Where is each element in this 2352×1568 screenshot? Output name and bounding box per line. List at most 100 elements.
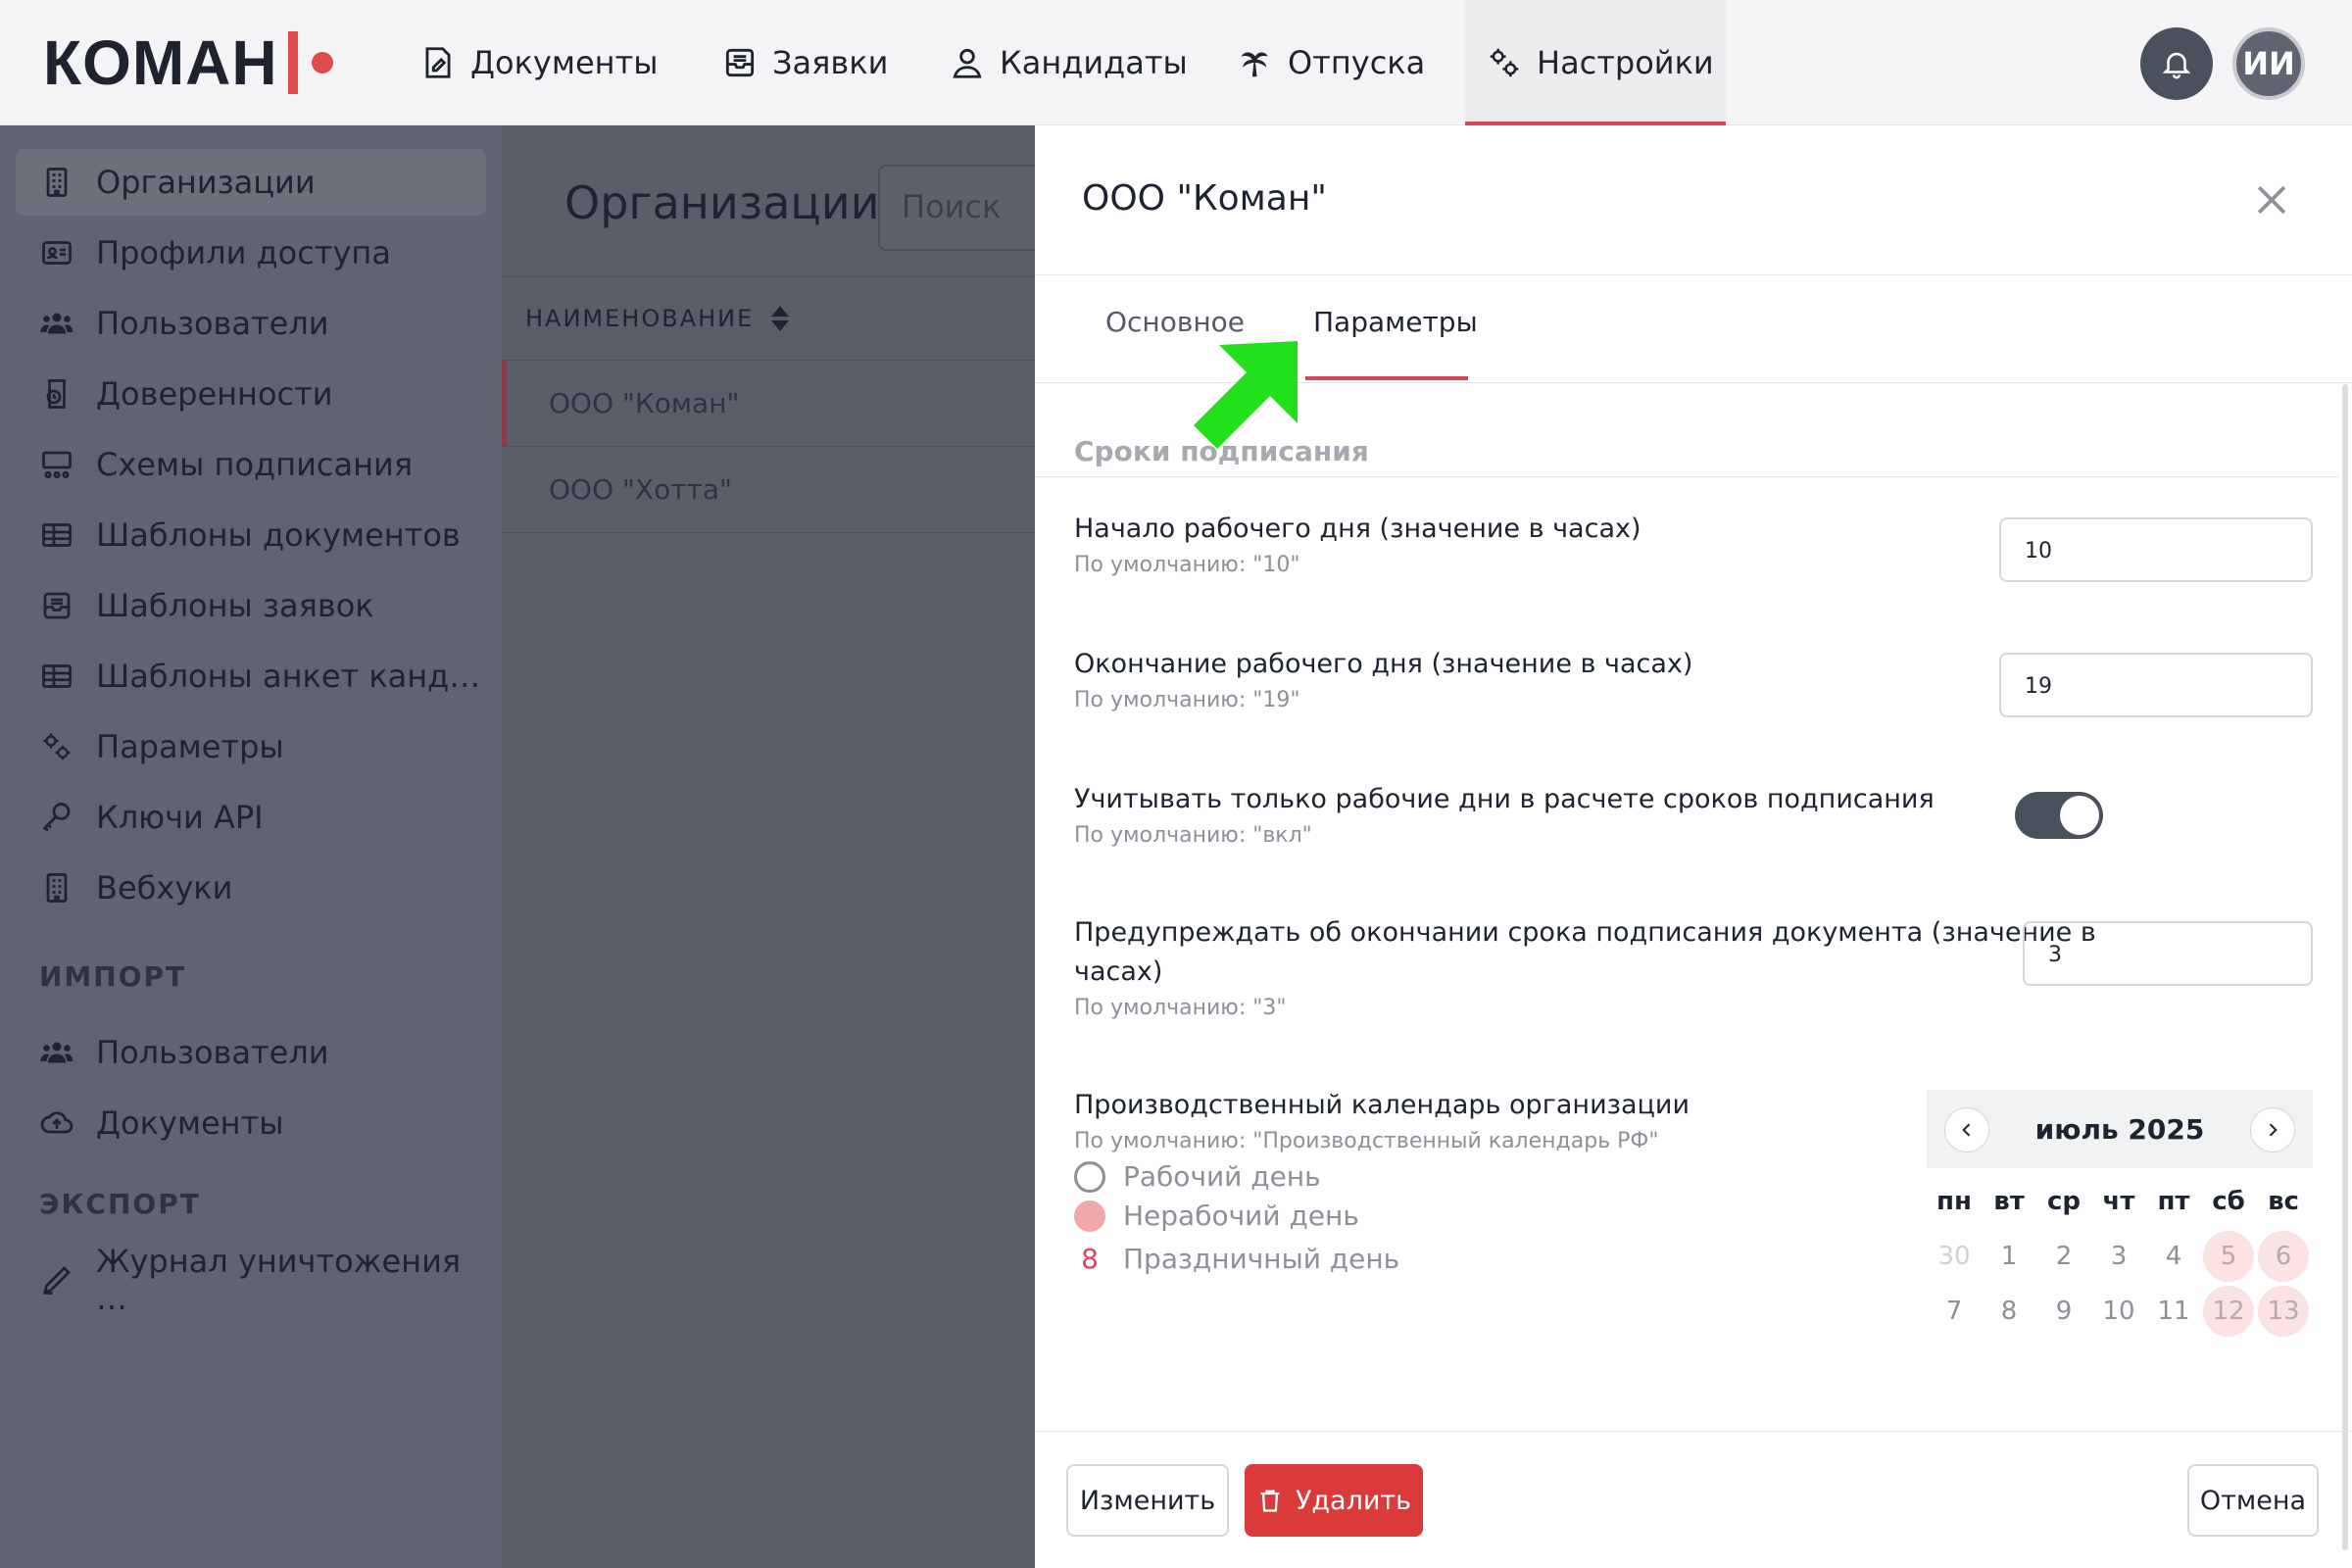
sidebar-item-label: Доверенности	[96, 375, 333, 413]
sidebar-item-signing-schemes[interactable]: Схемы подписания	[16, 431, 486, 498]
calendar-month: июль 2025	[2034, 1112, 2205, 1146]
calendar-day[interactable]: 9	[2036, 1284, 2091, 1339]
nav-vacations[interactable]: Отпуска	[1237, 0, 1425, 125]
legend-label: Нерабочий день	[1123, 1200, 1359, 1232]
row-name: ООО "Хотта"	[549, 473, 732, 506]
calendar-day-number: 5	[2203, 1231, 2254, 1282]
sidebar-item-label: Профили доступа	[96, 234, 391, 271]
gears-icon	[43, 733, 71, 760]
annotation-arrow-icon	[1194, 341, 1298, 449]
calendar-weekday: сб	[2212, 1187, 2245, 1216]
delete-button[interactable]: Удалить	[1245, 1464, 1423, 1537]
calendar-day-number: 10	[2102, 1297, 2135, 1326]
cloud-upload-icon	[40, 1111, 74, 1134]
edit-button[interactable]: Изменить	[1066, 1464, 1229, 1537]
settings-sidebar: Организации Профили доступа Пользователи…	[0, 125, 502, 1568]
cancel-button[interactable]: Отмена	[2187, 1464, 2319, 1537]
calendar-next-button[interactable]	[2250, 1107, 2295, 1152]
sidebar-item-organizations[interactable]: Организации	[16, 149, 486, 216]
sidebar-item-powers-of-attorney[interactable]: Доверенности	[16, 361, 486, 427]
calendar-day-number: 8	[2000, 1297, 2018, 1326]
nav-settings[interactable]: Настройки	[1486, 0, 1714, 125]
active-tab-indicator	[1305, 376, 1468, 380]
workday-start-hint: По умолчанию: "10"	[1074, 553, 1300, 577]
notifications-button[interactable]	[2140, 27, 2213, 100]
close-icon[interactable]	[2250, 178, 2293, 221]
calendar-day[interactable]: 8	[1982, 1284, 2036, 1339]
nav-requests-label: Заявки	[772, 44, 889, 81]
sidebar-item-candidate-form-templates[interactable]: Шаблоны анкет канд…	[16, 643, 486, 710]
sidebar-item-document-templates[interactable]: Шаблоны документов	[16, 502, 486, 568]
sidebar-item-label: Параметры	[96, 728, 284, 765]
inbox-icon	[43, 592, 71, 619]
nav-candidates-label: Кандидаты	[1000, 44, 1188, 81]
calendar-day[interactable]: 4	[2146, 1229, 2201, 1284]
working-days-only-label: Учитывать только рабочие дни в расчете с…	[1074, 784, 1935, 814]
sidebar-item-label: Организации	[96, 164, 316, 201]
calendar-prev-button[interactable]	[1944, 1107, 1989, 1152]
sidebar-item-api-keys[interactable]: Ключи API	[16, 784, 486, 851]
nav-documents-label: Документы	[470, 44, 659, 81]
calendar-day[interactable]: 1	[1982, 1229, 2036, 1284]
nav-documents[interactable]: Документы	[419, 0, 659, 125]
calendar-day-number: 12	[2203, 1286, 2254, 1337]
nav-requests[interactable]: Заявки	[721, 0, 888, 125]
sidebar-item-destruction-log[interactable]: Журнал уничтожения …	[16, 1243, 486, 1317]
column-header-name[interactable]: НАИМЕНОВАНИЕ	[525, 305, 754, 332]
production-calendar-label: Производственный календарь организации	[1074, 1090, 1690, 1120]
sidebar-item-label: Пользователи	[96, 1034, 329, 1071]
working-day-circle-icon	[1074, 1160, 1105, 1193]
calendar-day[interactable]: 3	[2091, 1229, 2146, 1284]
nav-candidates[interactable]: Кандидаты	[949, 0, 1188, 125]
brand-logo[interactable]: КОМАН	[43, 27, 333, 98]
sidebar-section-export: ЭКСПОРТ	[39, 1188, 201, 1220]
toggle-knob	[2060, 796, 2099, 835]
sidebar-item-access-profiles[interactable]: Профили доступа	[16, 220, 486, 286]
sidebar-item-request-templates[interactable]: Шаблоны заявок	[16, 572, 486, 639]
calendar-day[interactable]: 13	[2256, 1284, 2311, 1339]
calendar-weekday: вт	[1993, 1187, 2025, 1216]
user-avatar[interactable]: ИИ	[2232, 27, 2305, 100]
calendar-day[interactable]: 12	[2201, 1284, 2256, 1339]
working-days-only-toggle[interactable]	[2015, 792, 2103, 839]
deadline-warning-input[interactable]: 3	[2023, 921, 2313, 986]
legend-holiday: 8 Праздничный день	[1074, 1243, 1399, 1275]
logo-bar	[287, 31, 298, 94]
calendar-day-number: 2	[2055, 1242, 2073, 1271]
sidebar-item-import-documents[interactable]: Документы	[16, 1090, 486, 1156]
workday-start-input[interactable]: 10	[1999, 517, 2313, 582]
sidebar-item-users[interactable]: Пользователи	[16, 290, 486, 357]
sidebar-item-label: Шаблоны документов	[96, 516, 461, 554]
workday-end-hint: По умолчанию: "19"	[1074, 688, 1300, 712]
tab-parameters[interactable]: Параметры	[1313, 306, 1478, 338]
key-icon	[42, 803, 71, 832]
calendar-day[interactable]: 11	[2146, 1284, 2201, 1339]
sort-icon[interactable]	[769, 304, 791, 333]
nav-vacations-label: Отпуска	[1288, 44, 1426, 81]
building-icon	[46, 873, 68, 903]
sidebar-item-webhooks[interactable]: Вебхуки	[16, 855, 486, 921]
workday-end-label: Окончание рабочего дня (значение в часах…	[1074, 649, 1693, 679]
table-row[interactable]: ООО "Коман"	[502, 361, 1035, 447]
calendar-day[interactable]: 30	[1927, 1229, 1982, 1284]
table-row[interactable]: ООО "Хотта"	[502, 447, 1035, 533]
signing-scheme-icon	[42, 451, 72, 479]
calendar-day[interactable]: 7	[1927, 1284, 1982, 1339]
calendar-day[interactable]: 2	[2036, 1229, 2091, 1284]
document-edit-icon	[425, 47, 451, 78]
deadline-warning-label-line2: часах)	[1074, 956, 1163, 987]
calendar-day[interactable]: 6	[2256, 1229, 2311, 1284]
workday-end-input[interactable]: 19	[1999, 653, 2313, 717]
panel-scrollbar[interactable]	[2342, 384, 2348, 1550]
top-navigation-bar: КОМАН Документы Заявки Кандидаты Отпуска…	[0, 0, 2352, 126]
section-divider	[1035, 476, 2338, 477]
calendar-day[interactable]: 5	[2201, 1229, 2256, 1284]
calendar-day-number: 9	[2055, 1297, 2073, 1326]
header-divider	[1035, 274, 2352, 275]
legend-working-day: Рабочий день	[1074, 1160, 1321, 1193]
calendar-weekday: чт	[2102, 1187, 2135, 1216]
sidebar-item-parameters[interactable]: Параметры	[16, 713, 486, 780]
deadline-warning-label-line1: Предупреждать об окончании срока подписа…	[1074, 917, 2096, 948]
calendar-day[interactable]: 10	[2091, 1284, 2146, 1339]
sidebar-item-import-users[interactable]: Пользователи	[16, 1019, 486, 1086]
